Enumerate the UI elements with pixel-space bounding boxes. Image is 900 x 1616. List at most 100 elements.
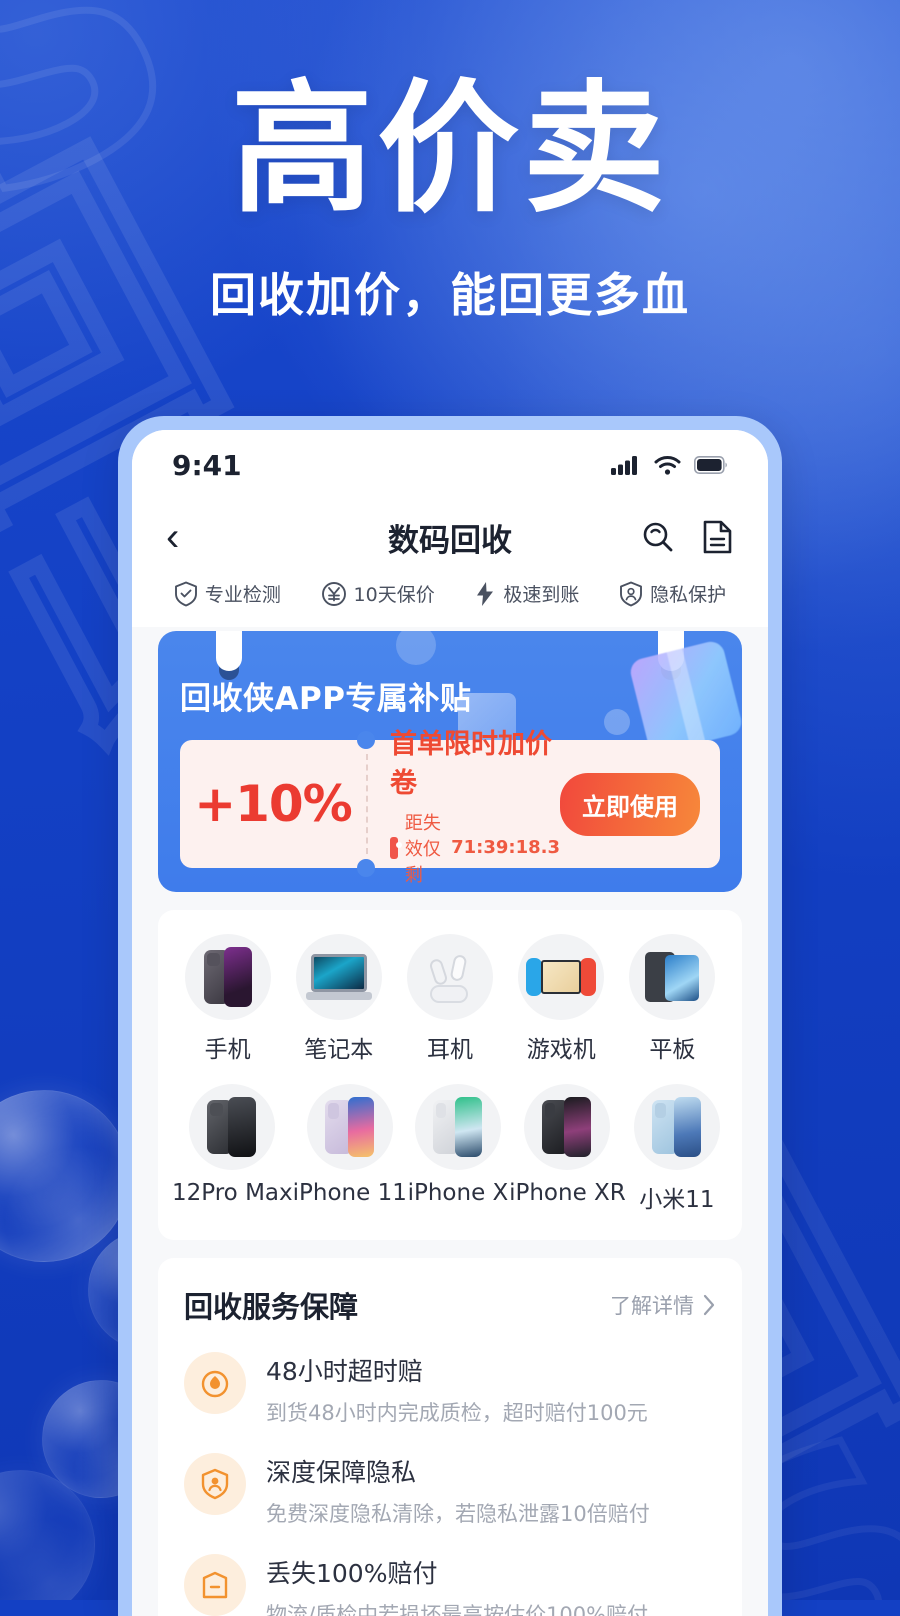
document-icon[interactable]	[702, 519, 734, 555]
timer-icon	[184, 1352, 246, 1414]
coupon-info: 首单限时加价卷 距失效仅剩 71:39:18.3	[366, 722, 560, 887]
tablet-icon	[629, 934, 716, 1020]
category-item-xiaomi11[interactable]: 小米11	[626, 1084, 728, 1214]
banner-dot-1	[396, 631, 436, 665]
service-item-desc: 到货48小时内完成质检，超时赔付100元	[266, 1401, 648, 1425]
feature-badge-label: 极速到账	[503, 584, 580, 606]
service-item[interactable]: 深度保障隐私 免费深度隐私清除，若隐私泄露10倍赔付	[184, 1453, 716, 1528]
category-item-tablet[interactable]: 平板	[617, 934, 728, 1064]
category-row-2: 12Pro Max iPhone 11 iPhone X iPhone XR 小…	[172, 1084, 728, 1214]
phone-mockup: 9:41 ‹ 数码回收 专业检测 10天保价 极速到账 隐私保护 回收侠APP专…	[118, 416, 782, 1616]
status-icons	[611, 455, 728, 475]
category-label: 平板	[649, 1037, 696, 1063]
service-item-name: 48小时超时赔	[266, 1357, 423, 1386]
countdown-tag-icon	[390, 836, 402, 859]
coupon-percent: +10%	[194, 775, 353, 833]
coupon-left: +10%	[180, 775, 366, 833]
service-item-name: 丢失100%赔付	[266, 1559, 438, 1588]
category-label: iPhone X	[407, 1180, 509, 1206]
category-card: 手机 笔记本 耳机 游戏机 平板 12Pro Max iPhone 11 iPh…	[158, 910, 742, 1240]
category-item-iphonex[interactable]: iPhone X	[407, 1084, 509, 1214]
category-label: 游戏机	[526, 1037, 596, 1063]
back-button[interactable]: ‹	[166, 517, 179, 557]
coupon-notch-bottom	[357, 859, 375, 877]
coupon-timer-value: 71:39:18.3	[451, 837, 560, 858]
service-item-text: 丢失100%赔付 物流/质检中若损坏最高按估价100%赔付	[266, 1554, 648, 1616]
use-coupon-button[interactable]: 立即使用	[560, 772, 700, 836]
category-label: iPhone 11	[292, 1180, 407, 1206]
feature-badge-1: 10天保价	[321, 580, 435, 607]
shield-person-icon	[620, 581, 643, 606]
service-item[interactable]: 48小时超时赔 到货48小时内完成质检，超时赔付100元	[184, 1352, 716, 1427]
category-row-1: 手机 笔记本 耳机 游戏机 平板	[172, 934, 728, 1064]
iphone-11-icon	[306, 1084, 393, 1170]
iphone-12-pro-max-icon	[189, 1084, 276, 1170]
phone-iphone14pro-icon	[184, 934, 271, 1020]
category-item-12promax[interactable]: 12Pro Max	[172, 1084, 293, 1214]
hero-section: 高价卖 回收加价，能回更多血	[0, 0, 900, 325]
coupon-divider	[357, 731, 375, 877]
feature-badges: 专业检测 10天保价 极速到账 隐私保护	[132, 574, 768, 627]
hero-subtitle: 回收加价，能回更多血	[210, 267, 690, 322]
laptop-icon	[295, 934, 382, 1020]
nav-actions	[640, 519, 734, 555]
wifi-icon	[654, 456, 681, 475]
status-time: 9:41	[172, 448, 242, 482]
earbuds-icon	[407, 934, 493, 1020]
category-item-phone[interactable]: 手机	[172, 934, 283, 1064]
iphone-x-icon	[414, 1084, 501, 1170]
service-guarantee-card: 回收服务保障 了解详情 48小时超时赔 到货48小时内完成质检，超时赔付100元…	[158, 1258, 742, 1616]
category-item-earbuds[interactable]: 耳机	[394, 934, 505, 1064]
banner-wrapper: 回收侠APP专属补贴 +10% 首单限时加价卷 距失效仅剩 71:39:18.3…	[132, 627, 768, 892]
xiaomi-11-icon	[633, 1084, 720, 1170]
battery-full-icon	[694, 456, 727, 474]
category-label: 12Pro Max	[172, 1180, 293, 1206]
chevron-right-icon	[703, 1294, 715, 1316]
category-item-iphone11[interactable]: iPhone 11	[293, 1084, 407, 1214]
coupon-card[interactable]: +10% 首单限时加价卷 距失效仅剩 71:39:18.3 立即使用	[180, 729, 720, 886]
coupon-notch-top	[357, 731, 375, 749]
category-label: 小米11	[639, 1187, 715, 1213]
search-icon[interactable]	[640, 519, 676, 555]
category-item-console[interactable]: 游戏机	[506, 934, 617, 1064]
feature-badge-0: 专业检测	[174, 580, 281, 607]
nav-bar: ‹ 数码回收	[132, 500, 768, 574]
service-more-link[interactable]: 了解详情	[610, 1290, 716, 1320]
service-more-label: 了解详情	[610, 1294, 694, 1318]
subsidy-banner[interactable]: 回收侠APP专属补贴 +10% 首单限时加价卷 距失效仅剩 71:39:18.3…	[158, 631, 742, 892]
category-item-laptop[interactable]: 笔记本	[283, 934, 394, 1064]
feature-badge-label: 专业检测	[204, 584, 281, 606]
category-label: iPhone XR	[509, 1180, 626, 1206]
shield-check-icon	[174, 581, 197, 606]
feature-badge-label: 隐私保护	[650, 584, 727, 606]
iphone-xr-icon	[524, 1084, 611, 1170]
category-label: 笔记本	[304, 1037, 374, 1063]
service-header: 回收服务保障 了解详情	[184, 1284, 716, 1326]
coupon-name: 首单限时加价卷	[390, 728, 552, 799]
service-item-desc: 免费深度隐私清除，若隐私泄露10倍赔付	[266, 1502, 650, 1526]
service-item[interactable]: 丢失100%赔付 物流/质检中若损坏最高按估价100%赔付	[184, 1554, 716, 1616]
category-item-iphonexr[interactable]: iPhone XR	[509, 1084, 626, 1214]
service-item-desc: 物流/质检中若损坏最高按估价100%赔付	[266, 1603, 649, 1616]
privacy-shield-icon	[184, 1453, 246, 1515]
service-title: 回收服务保障	[184, 1290, 359, 1324]
yen-circle-icon	[321, 581, 346, 606]
hero-title: 高价卖	[231, 67, 669, 232]
phone-screen: 9:41 ‹ 数码回收 专业检测 10天保价 极速到账 隐私保护 回收侠APP专…	[132, 430, 768, 1616]
category-label: 手机	[204, 1037, 251, 1063]
service-item-text: 48小时超时赔 到货48小时内完成质检，超时赔付100元	[266, 1352, 648, 1427]
signal-bars-icon	[611, 456, 637, 475]
lightning-icon	[477, 581, 494, 606]
status-bar: 9:41	[132, 430, 768, 500]
category-label: 耳机	[427, 1037, 473, 1063]
service-item-name: 深度保障隐私	[266, 1458, 417, 1487]
game-console-icon	[518, 934, 605, 1020]
banner-title: 回收侠APP专属补贴	[180, 681, 472, 717]
service-item-text: 深度保障隐私 免费深度隐私清除，若隐私泄露10倍赔付	[266, 1453, 650, 1528]
feature-badge-3: 隐私保护	[619, 580, 726, 607]
feature-badge-2: 极速到账	[474, 580, 579, 607]
coupon-timer: 距失效仅剩 71:39:18.3	[390, 809, 560, 887]
feature-badge-label: 10天保价	[353, 584, 435, 606]
banner-hanger-left	[216, 631, 242, 671]
package-icon	[184, 1554, 246, 1616]
